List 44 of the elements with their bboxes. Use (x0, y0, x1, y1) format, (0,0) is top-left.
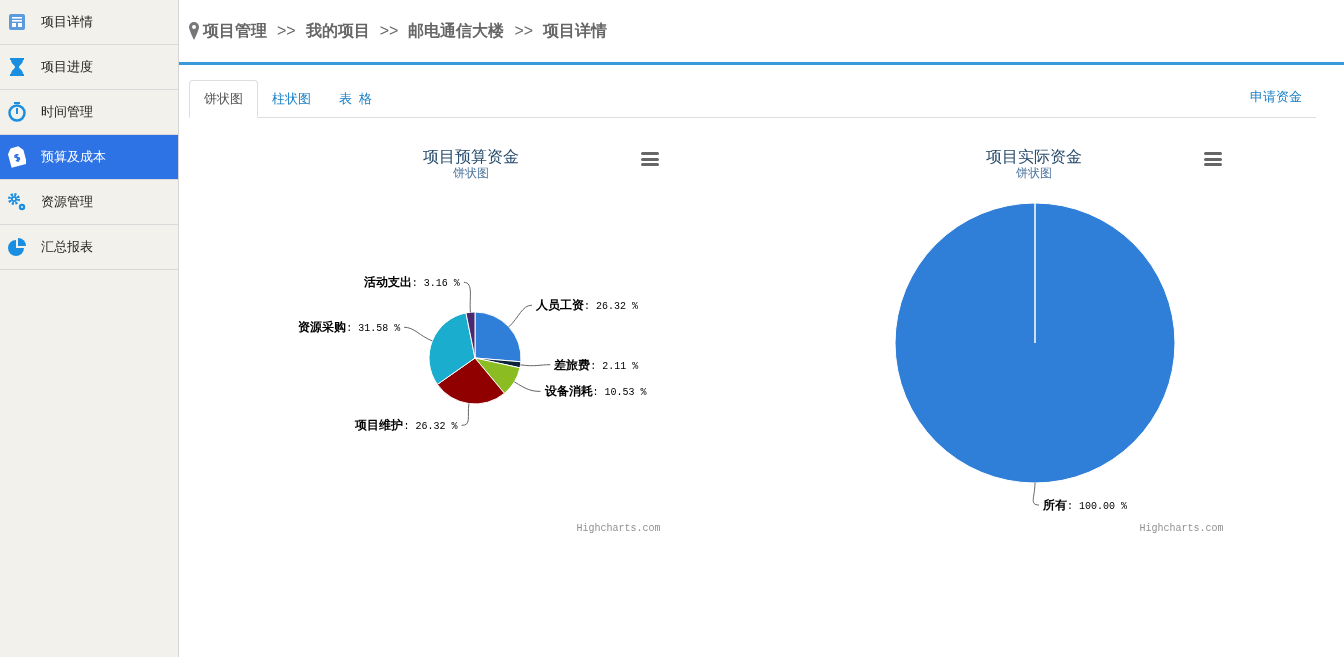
sidebar-item[interactable]: 汇总报表 (0, 225, 178, 270)
breadcrumb-link[interactable]: 邮电通信大楼 (408, 19, 505, 43)
leader-line (462, 281, 471, 313)
leader-line (403, 326, 433, 342)
apply-funds-link[interactable]: 申请资金 (1250, 86, 1302, 106)
location-pin-icon (189, 22, 199, 40)
sidebar-item[interactable]: 项目详情 (0, 0, 178, 45)
breadcrumb-link[interactable]: 我的项目 (305, 19, 370, 43)
price-tag-icon (8, 146, 26, 168)
tab[interactable]: 表 格 (325, 80, 387, 118)
document-icon (8, 13, 26, 31)
data-label: 所有: 100.00 % (1042, 498, 1127, 512)
data-label: 活动支出: 3.16 % (363, 275, 460, 290)
data-label: 资源采购: 31.58 % (297, 320, 400, 335)
data-label: 差旅费: 2.11 % (553, 357, 638, 372)
breadcrumb-link[interactable]: 项目管理 (203, 19, 267, 43)
data-label: 设备消耗: 10.53 % (544, 384, 647, 399)
pie-chart-icon (7, 237, 27, 257)
breadcrumb-separator: >> (379, 21, 399, 41)
chart-title: 项目预算资金 (422, 148, 519, 166)
leader-line (1032, 482, 1039, 506)
chart-subtitle: 饼状图 (1015, 166, 1052, 180)
chart-subtitle: 饼状图 (452, 166, 489, 180)
breadcrumb-separator: >> (277, 21, 296, 41)
data-label: 人员工资: 26.32 % (535, 298, 638, 313)
tab[interactable]: 饼状图 (189, 80, 258, 118)
gears-icon (7, 192, 27, 212)
menu-icon[interactable] (1203, 152, 1222, 166)
leader-line (519, 364, 551, 367)
hourglass-icon (9, 57, 25, 77)
credits-text: Highcharts.com (576, 522, 661, 536)
leader-line (460, 403, 469, 426)
tab[interactable]: 柱状图 (258, 80, 325, 118)
stopwatch-icon (7, 102, 27, 122)
credits-text: Highcharts.com (1139, 522, 1224, 536)
data-label: 项目维护: 26.32 % (354, 418, 457, 433)
menu-icon[interactable] (640, 152, 659, 166)
chart-title: 项目实际资金 (985, 148, 1082, 166)
breadcrumb-separator: >> (514, 21, 534, 41)
leader-line (513, 381, 541, 392)
sidebar-item[interactable]: 资源管理 (0, 180, 178, 225)
leader-line (507, 304, 532, 328)
sidebar-item[interactable]: 项目进度 (0, 45, 178, 90)
sidebar-item[interactable]: 预算及成本 (0, 135, 178, 180)
